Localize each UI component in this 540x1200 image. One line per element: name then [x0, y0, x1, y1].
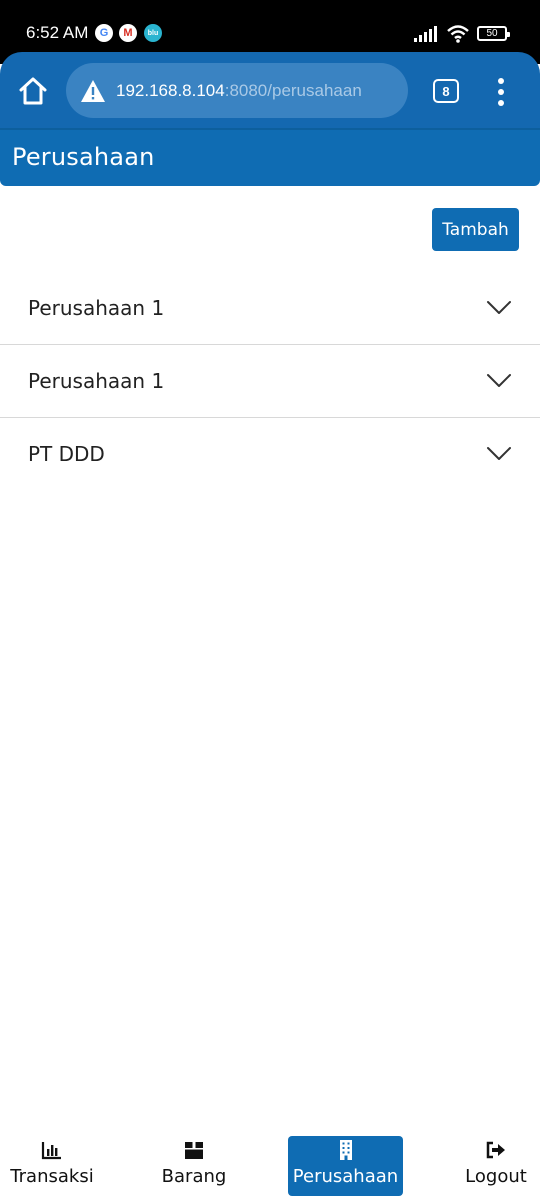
app-header: Perusahaan — [0, 128, 540, 186]
chart-icon — [41, 1142, 61, 1160]
home-icon[interactable] — [16, 74, 50, 108]
add-company-button[interactable]: Tambah — [432, 208, 519, 251]
company-name: PT DDD — [28, 442, 105, 466]
signal-icon — [414, 26, 437, 42]
box-icon — [185, 1142, 203, 1159]
status-time: 6:52 AM — [26, 23, 89, 42]
warning-icon[interactable] — [80, 79, 106, 103]
building-icon — [339, 1140, 352, 1160]
company-item[interactable]: Perusahaan 1 — [0, 272, 540, 345]
nav-barang[interactable]: Barang — [150, 1136, 238, 1196]
company-list: Perusahaan 1 Perusahaan 1 PT DDD — [0, 272, 540, 491]
wifi-icon — [447, 25, 469, 43]
address-bar[interactable]: 192.168.8.104:8080/perusahaan — [66, 63, 408, 118]
nav-logout[interactable]: Logout — [456, 1136, 536, 1196]
company-item[interactable]: Perusahaan 1 — [0, 345, 540, 418]
chevron-down-icon[interactable] — [486, 446, 512, 462]
page-title: Perusahaan — [12, 143, 155, 171]
company-name: Perusahaan 1 — [28, 369, 165, 393]
gmail-notification-icon: M — [119, 24, 137, 42]
nav-label: Barang — [161, 1166, 227, 1187]
url-text: 192.168.8.104:8080/perusahaan — [116, 81, 362, 101]
chevron-down-icon[interactable] — [486, 373, 512, 389]
battery-indicator: 50 — [477, 26, 510, 41]
nav-transaksi[interactable]: Transaksi — [8, 1136, 96, 1196]
company-item[interactable]: PT DDD — [0, 418, 540, 491]
logout-icon — [486, 1141, 505, 1159]
nav-perusahaan[interactable]: Perusahaan — [288, 1136, 403, 1196]
nav-label: Logout — [465, 1166, 527, 1187]
more-vert-icon[interactable] — [492, 78, 510, 106]
google-notification-icon: G — [95, 24, 113, 42]
url-path: :8080/perusahaan — [224, 80, 362, 100]
blu-notification-icon: blu — [144, 24, 162, 42]
url-host: 192.168.8.104 — [116, 80, 225, 100]
browser-toolbar: 192.168.8.104:8080/perusahaan 8 — [0, 52, 540, 130]
chevron-down-icon[interactable] — [486, 300, 512, 316]
nav-label: Transaksi — [10, 1166, 94, 1187]
nav-label: Perusahaan — [292, 1166, 399, 1187]
tabs-button[interactable]: 8 — [433, 79, 459, 103]
bottom-navigation: Transaksi Barang Perusahaan Logout — [0, 1128, 540, 1200]
company-name: Perusahaan 1 — [28, 296, 165, 320]
